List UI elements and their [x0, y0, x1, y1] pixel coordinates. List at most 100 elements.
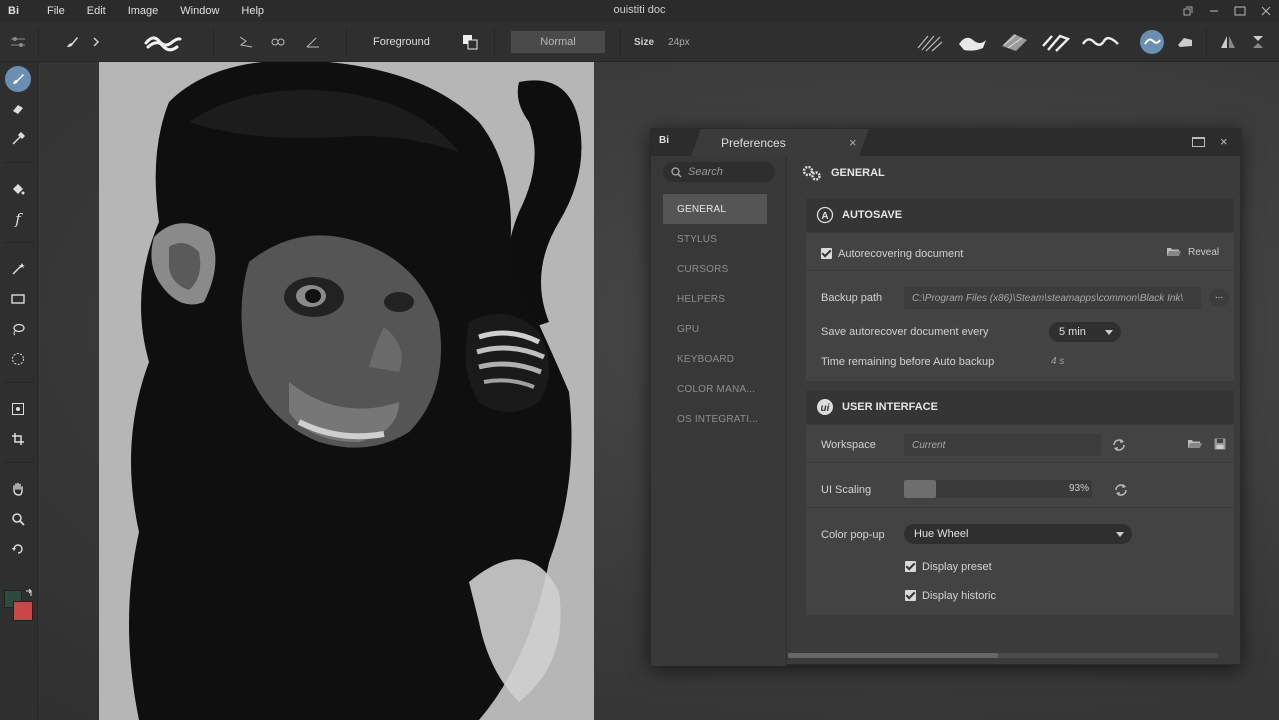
ui-scaling-value: 93%: [1068, 483, 1089, 494]
page-title: GENERAL: [831, 167, 885, 179]
ellipse-select-icon[interactable]: [5, 346, 31, 372]
swap-arrows-icon[interactable]: [24, 588, 34, 601]
minimize-button[interactable]: [1201, 0, 1227, 22]
dialog-title: Preferences: [721, 136, 786, 150]
ui-scaling-label: UI Scaling: [821, 484, 872, 496]
size-value[interactable]: 24px: [668, 37, 690, 48]
wet-brush-icon[interactable]: [1139, 22, 1165, 62]
autosave-icon: A: [816, 206, 834, 224]
category-gpu[interactable]: GPU: [663, 314, 767, 344]
backup-path-field[interactable]: C:\Program Files (x86)\Steam\steamapps\c…: [904, 287, 1201, 309]
transform-icon[interactable]: [5, 396, 31, 422]
ui-scaling-fill: [904, 480, 936, 498]
symmetry-icon[interactable]: [270, 22, 286, 62]
horizontal-scrollbar[interactable]: [788, 653, 1218, 658]
angle-icon[interactable]: [305, 22, 321, 62]
svg-text:ui: ui: [821, 403, 830, 414]
search-input[interactable]: Search: [663, 162, 775, 182]
brush-tool-icon[interactable]: [5, 66, 31, 92]
flip-horizontal-icon[interactable]: [1220, 22, 1236, 62]
brush-preset-3[interactable]: [998, 22, 1030, 62]
category-helpers[interactable]: HELPERS: [663, 284, 767, 314]
chevron-down-icon: [1116, 532, 1124, 537]
open-folder-icon[interactable]: [1187, 438, 1202, 453]
display-historic-checkbox[interactable]: [905, 590, 916, 601]
rectangle-select-icon[interactable]: [5, 286, 31, 312]
lasso-icon[interactable]: [5, 316, 31, 342]
autosave-section-header: A AUTOSAVE: [806, 198, 1234, 232]
eraser-tool-icon[interactable]: [5, 96, 31, 122]
category-cursors[interactable]: CURSORS: [663, 254, 767, 284]
app-logo: Bi: [8, 5, 19, 17]
svg-text:A: A: [821, 211, 828, 222]
autorecover-checkbox[interactable]: [821, 248, 832, 259]
display-historic-label: Display historic: [922, 590, 996, 602]
hand-icon[interactable]: [5, 476, 31, 502]
magic-wand-icon[interactable]: [5, 256, 31, 282]
time-remaining-value: 4 s: [1051, 356, 1065, 367]
ui-title: USER INTERFACE: [842, 401, 938, 413]
color-popup-label: Color pop-up: [821, 529, 885, 541]
function-icon[interactable]: f: [5, 206, 31, 232]
settings-sliders-icon[interactable]: [10, 22, 26, 62]
scrollbar-thumb[interactable]: [788, 653, 998, 658]
autosave-title: AUTOSAVE: [842, 209, 903, 221]
reveal-button[interactable]: Reveal: [1166, 246, 1219, 258]
category-general[interactable]: GENERAL: [663, 194, 767, 224]
dialog-title-bar[interactable]: Bi Preferences × ×: [651, 129, 1242, 156]
display-preset-checkbox[interactable]: [905, 561, 916, 572]
swap-colors-icon[interactable]: [462, 22, 478, 62]
browse-button[interactable]: ...: [1209, 289, 1229, 307]
document-canvas[interactable]: [99, 62, 594, 720]
menu-window[interactable]: Window: [171, 5, 228, 17]
brush-stroke-preview[interactable]: [143, 22, 183, 62]
category-color-management[interactable]: COLOR MANA...: [663, 374, 767, 404]
category-sidebar: Search GENERAL STYLUS CURSORS HELPERS GP…: [651, 156, 786, 666]
brush-preset-4[interactable]: [1040, 22, 1072, 62]
crop-icon[interactable]: [5, 426, 31, 452]
monkey-painting: [99, 62, 594, 720]
workspace-field[interactable]: Current: [904, 434, 1101, 456]
menu-file[interactable]: File: [38, 5, 74, 17]
brush-icon[interactable]: [64, 22, 80, 62]
rotate-view-icon[interactable]: [5, 536, 31, 562]
restore-icon[interactable]: [1175, 0, 1201, 22]
category-os-integration[interactable]: OS INTEGRATI...: [663, 404, 767, 434]
workspace-label: Workspace: [821, 439, 876, 451]
zoom-icon[interactable]: [5, 506, 31, 532]
time-remaining-label: Time remaining before Auto backup: [821, 356, 995, 368]
save-interval-select[interactable]: 5 min: [1049, 322, 1121, 342]
flip-vertical-icon[interactable]: [1250, 22, 1266, 62]
window-controls: [1175, 0, 1279, 22]
menu-image[interactable]: Image: [119, 5, 168, 17]
dialog-logo: Bi: [659, 135, 669, 146]
save-every-label: Save autorecover document every: [821, 326, 989, 338]
blend-mode-select[interactable]: Normal: [511, 31, 605, 53]
category-stylus[interactable]: STYLUS: [663, 224, 767, 254]
ui-scaling-reset-icon[interactable]: [1113, 482, 1129, 501]
maximize-button[interactable]: [1227, 0, 1253, 22]
close-button[interactable]: [1253, 0, 1279, 22]
brush-preset-2[interactable]: [956, 22, 988, 62]
dialog-maximize-icon[interactable]: [1192, 137, 1205, 147]
menu-edit[interactable]: Edit: [78, 5, 115, 17]
color-popup-select[interactable]: Hue Wheel: [904, 524, 1132, 544]
category-keyboard[interactable]: KEYBOARD: [663, 344, 767, 374]
fill-bucket-icon[interactable]: [5, 176, 31, 202]
chevron-right-icon[interactable]: [92, 22, 100, 62]
ui-scaling-slider[interactable]: 93%: [904, 480, 1092, 498]
brush-preset-1[interactable]: [914, 22, 946, 62]
dialog-close-icon[interactable]: ×: [1220, 134, 1228, 149]
save-disk-icon[interactable]: [1214, 438, 1226, 453]
brush-preset-5[interactable]: [1080, 22, 1120, 62]
background-color-swatch[interactable]: [13, 601, 33, 621]
workspace-reset-icon[interactable]: [1111, 437, 1127, 456]
close-tab-icon[interactable]: ×: [849, 135, 857, 150]
eraser-mode-icon[interactable]: [1176, 22, 1194, 62]
backup-path-label: Backup path: [821, 292, 883, 304]
menu-help[interactable]: Help: [232, 5, 273, 17]
chevron-down-icon: [1105, 330, 1113, 335]
foreground-label[interactable]: Foreground: [373, 36, 430, 48]
eyedropper-tool-icon[interactable]: [5, 126, 31, 152]
stabilizer-icon[interactable]: [238, 22, 254, 62]
